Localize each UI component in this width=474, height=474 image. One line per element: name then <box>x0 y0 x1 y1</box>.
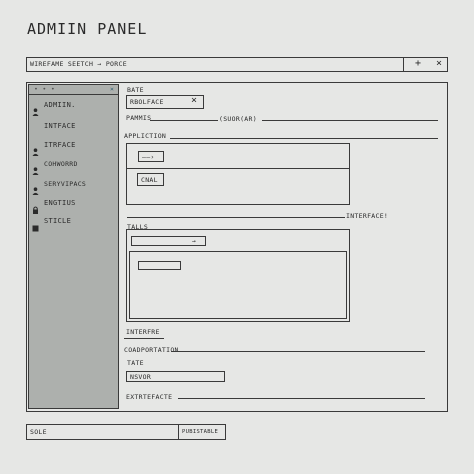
application-dropdown-arrow: ——› <box>142 153 155 161</box>
sidebar-item-engtius[interactable]: ENGTIUS <box>44 199 76 207</box>
user-icon <box>32 101 39 116</box>
application-panel-divider <box>127 168 349 169</box>
sidebar-item-intface[interactable]: INTFACE <box>44 122 76 130</box>
interface-label: INTERFACE! <box>346 212 389 220</box>
add-button[interactable]: + <box>415 59 421 69</box>
talls-input-arrow: → <box>192 237 197 245</box>
suor-label: (SUOR(AR) <box>219 115 257 123</box>
cnal-button-label: CNAL <box>141 176 158 184</box>
sidebar-item-seryvipacs[interactable]: SERYVIPACS <box>44 180 86 188</box>
user-icon <box>32 160 39 175</box>
extrefacte-label: EXTRTEFACTE <box>126 393 173 401</box>
application-line <box>170 138 438 139</box>
coadportation-label: COADPORTATION <box>124 346 179 354</box>
sole-label: SOLE <box>30 428 47 436</box>
sidebar-item-admin[interactable]: ADMIIN. <box>44 101 76 109</box>
tate-label: TATE <box>127 359 144 367</box>
publish-button-label: PUBISTABLE <box>182 429 219 435</box>
user-icon <box>32 180 39 195</box>
sidebar-close-icon[interactable]: × <box>110 85 114 93</box>
lock-icon <box>32 199 39 214</box>
nsvor-value: NSVOR <box>130 373 152 381</box>
extrefacte-line <box>178 398 425 399</box>
page-title: ADMIIN PANEL <box>27 20 148 38</box>
pammis-label: PAMMIS <box>126 114 152 122</box>
bate-label: BATE <box>127 86 144 94</box>
square-icon <box>32 217 39 232</box>
chip-close-icon[interactable]: × <box>191 96 197 106</box>
user-icon <box>32 141 39 156</box>
sidebar-item-cohworrd[interactable]: COHWORRD <box>44 160 78 168</box>
close-window-button[interactable]: × <box>436 59 442 69</box>
application-label: APPLICTION <box>124 132 167 140</box>
sidebar-header-dots: • • • <box>34 85 56 93</box>
sidebar-header-divider <box>28 94 119 95</box>
pammis-line-right <box>262 120 438 121</box>
toolbar-text: WIREFAME SEETCH → PORCE <box>30 60 127 68</box>
coadportation-line <box>171 351 425 352</box>
sidebar-item-itrface[interactable]: ITRFACE <box>44 141 76 149</box>
interfre-label: INTERFRE <box>126 328 160 336</box>
talls-small-field[interactable] <box>138 261 181 270</box>
toolbar-divider <box>403 57 404 72</box>
interface-line <box>127 217 345 218</box>
sidebar-item-sticle[interactable]: STICLE <box>44 217 71 225</box>
sidebar <box>28 84 119 409</box>
interfre-line <box>124 338 164 339</box>
rbolface-chip-label: RBOLFACE <box>130 98 164 106</box>
pammis-line-left <box>150 120 218 121</box>
